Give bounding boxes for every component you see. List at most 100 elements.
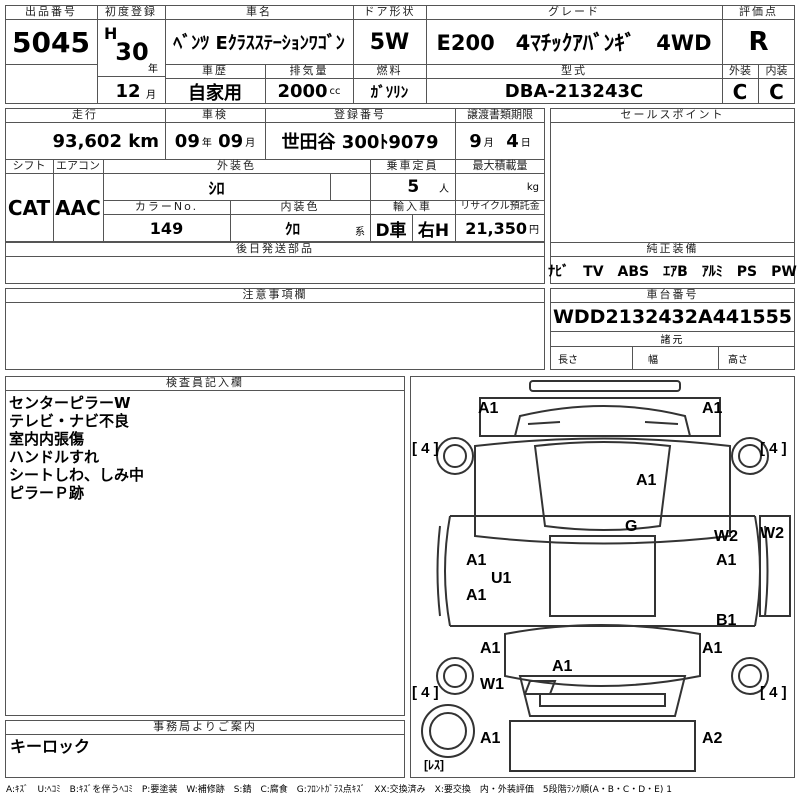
inspection-label: 車検: [165, 108, 265, 123]
int-label: 内装: [758, 64, 795, 79]
fuel-label: 燃料: [353, 64, 426, 79]
capacity-label: 乗車定員: [370, 159, 455, 174]
inspector-note: シートしわ、しみ中: [9, 466, 145, 484]
ext-label: 外装: [722, 64, 758, 79]
reg-month: 12: [115, 80, 141, 102]
inspector-notes: センターピラーW テレビ・ナビ不良 室内内張傷 ハンドルすれ シートしわ、しみ中…: [9, 394, 144, 502]
recycle-value: 21,350: [465, 219, 527, 238]
damage-label: U1: [491, 570, 512, 587]
width-label: 幅: [648, 354, 658, 366]
inspector-title: 検査員記入欄: [5, 376, 405, 391]
ac-label: エアコン: [53, 159, 103, 174]
door-label: ドア形状: [353, 5, 426, 20]
spare-tire-label: [ﾚｽ]: [424, 758, 444, 772]
model-label: 型式: [426, 64, 722, 79]
damage-label: A1: [702, 640, 723, 657]
length-label: 長さ: [558, 354, 578, 366]
displacement-label: 排気量: [265, 64, 353, 79]
lot-label: 出品番号: [5, 5, 97, 20]
int-score: C: [769, 79, 784, 104]
inspector-note: センターピラーW: [9, 394, 131, 412]
damage-label: A1: [702, 400, 723, 417]
capacity: 5 人: [370, 174, 455, 200]
damage-label: A1: [478, 400, 499, 417]
load-unit: kg: [526, 181, 539, 193]
transfer-day-unit: 日: [520, 137, 531, 149]
inspection: 09 年 09 月: [165, 123, 265, 159]
handle: 右H: [417, 221, 450, 241]
insp-year: 09: [174, 130, 200, 152]
inspector-note: 室内内張傷: [9, 430, 85, 448]
inspector-note: テレビ・ナビ不良: [9, 412, 130, 430]
fuel: ｶﾞｿﾘﾝ: [370, 83, 409, 101]
dims-label: 諸元: [660, 335, 685, 346]
capacity-value: 5: [407, 177, 420, 197]
mileage-unit: km: [128, 130, 159, 152]
ac: AAC: [55, 196, 101, 220]
damage-label: A1: [480, 730, 501, 747]
history: 自家用: [188, 82, 242, 104]
reg-year-unit: 年: [148, 63, 158, 75]
transfer-month: 9: [469, 130, 482, 152]
grade-label: グレード: [426, 5, 722, 20]
color-no-label: カラーNo.: [103, 200, 230, 215]
damage-label: G: [625, 518, 638, 535]
recycle-unit: 円: [529, 225, 539, 236]
damage-label: A1: [716, 552, 737, 569]
transfer: 9月 4日: [455, 123, 545, 159]
damage-label: B1: [716, 612, 737, 629]
mileage-value: 93,602: [52, 130, 122, 152]
lot-number: 5045: [12, 25, 90, 59]
score-label: 評価点: [722, 5, 795, 20]
displacement-value: 2000: [277, 81, 328, 102]
damage-label: A1: [552, 658, 573, 675]
color: ｼﾛ: [208, 179, 225, 198]
inspector-note: ピラーＰ跡: [9, 484, 85, 502]
chassis-label: 車台番号: [550, 288, 795, 303]
recycle-label: リサイクル預託金: [455, 200, 545, 215]
equipment-label: 純正装備: [550, 242, 795, 257]
office-title: 事務局よりご案内: [5, 720, 405, 735]
recycle: 21,350 円: [455, 215, 545, 242]
history-label: 車歴: [165, 64, 265, 79]
damage-label: A1: [480, 640, 501, 657]
damage-label: A1: [466, 587, 487, 604]
plate: 世田谷 300ﾄ9079: [281, 132, 439, 153]
tire-depth: [ 4 ]: [412, 440, 439, 457]
transfer-day: 4: [506, 130, 519, 152]
mileage: 93,602 km: [5, 123, 165, 159]
caution-label: 注意事項欄: [5, 288, 545, 303]
inspector-note: ハンドルすれ: [9, 448, 100, 466]
shift-label: シフト: [5, 159, 53, 174]
tire-depth: [ 4 ]: [760, 440, 787, 457]
chassis-number: WDD2132432A441555: [552, 306, 793, 328]
capacity-unit: 人: [439, 183, 449, 195]
damage-label: W2: [760, 525, 784, 542]
model: DBA-213243C: [504, 81, 644, 102]
score: R: [748, 27, 769, 57]
equipment: ﾅﾋﾞ TV ABS ｴｱB ｱﾙﾐ PS PW: [548, 263, 797, 280]
damage-label: W1: [480, 676, 504, 693]
mileage-label: 走行: [5, 108, 165, 123]
car-name: ﾍﾞﾝﾂ Eｸﾗｽｽﾃｰｼｮﾝﾜｺﾞﾝ: [173, 33, 345, 54]
door-type: 5W: [369, 29, 410, 55]
damage-label: A1: [466, 552, 487, 569]
legend: A:ｷｽﾞ U:ﾍｺﾐ B:ｷｽﾞを伴うﾍｺﾐ P:要塗装 W:補修跡 S:錆 …: [6, 785, 672, 795]
grade: E200 4ﾏﾁｯｸｱﾊﾞﾝｷﾞ 4WD: [436, 31, 712, 55]
damage-label: A1: [636, 472, 657, 489]
plate-label: 登録番号: [265, 108, 455, 123]
displacement: 2000 cc: [265, 79, 353, 104]
int-color-unit: 系: [355, 226, 365, 238]
load: kg: [455, 174, 545, 200]
displacement-unit: cc: [329, 86, 341, 97]
damage-label: W2: [714, 528, 738, 545]
damage-label: A2: [702, 730, 723, 747]
color-label: 外装色: [103, 159, 370, 174]
reg-month-unit: 月: [146, 89, 156, 101]
load-label: 最大積載量: [455, 159, 545, 174]
office-note: キーロック: [10, 737, 91, 756]
first-reg-label: 初度登録: [97, 5, 165, 20]
insp-month: 09: [218, 130, 244, 152]
car-outline: [421, 380, 791, 772]
insp-year-unit: 年: [201, 137, 212, 149]
